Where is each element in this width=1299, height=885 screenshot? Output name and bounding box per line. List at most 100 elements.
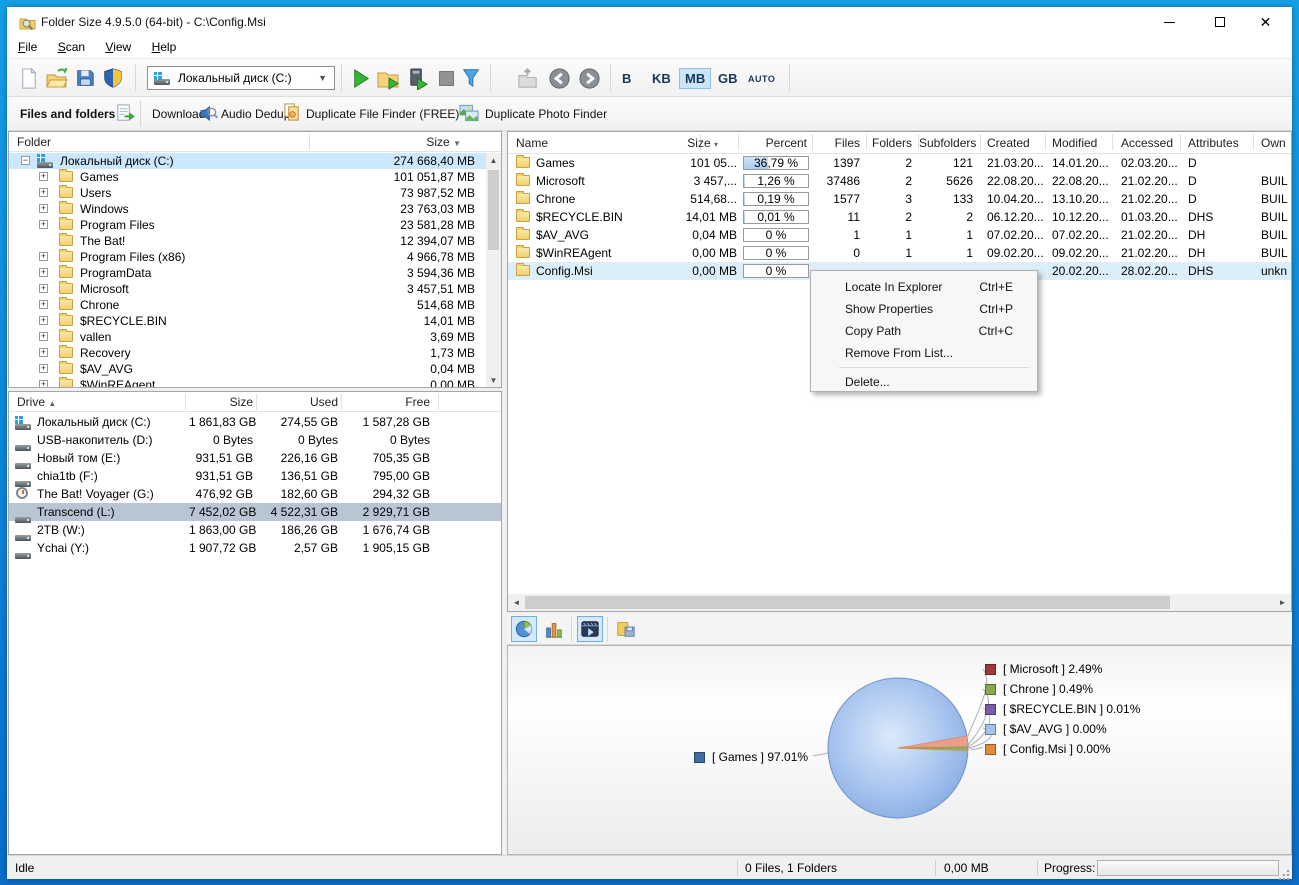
horizontal-scrollbar[interactable]: ◄ ► <box>508 594 1291 611</box>
tree-row[interactable]: + vallen 3,69 MB <box>9 329 501 345</box>
minimize-button[interactable] <box>1147 7 1192 37</box>
tree-row[interactable]: + $RECYCLE.BIN 14,01 MB <box>9 313 501 329</box>
expand-toggle[interactable]: + <box>39 380 48 387</box>
column-separator[interactable] <box>1253 134 1254 150</box>
drive-row[interactable]: USB-накопитель (D:) 0 Bytes 0 Bytes 0 Bytes <box>9 431 501 451</box>
column-header-percent[interactable]: Percent <box>743 136 807 150</box>
column-separator[interactable] <box>309 134 310 150</box>
filter-button[interactable] <box>459 66 483 90</box>
expand-toggle[interactable]: + <box>39 332 48 341</box>
drive-row[interactable]: Ychai (Y:) 1 907,72 GB 2,57 GB 1 905,15 GB <box>9 539 501 559</box>
expand-toggle[interactable]: + <box>39 188 48 197</box>
report-icon[interactable] <box>115 103 136 127</box>
column-separator[interactable] <box>866 134 867 150</box>
expand-toggle[interactable]: + <box>39 220 48 229</box>
drive-row[interactable]: chia1tb (F:) 931,51 GB 136,51 GB 795,00 GB <box>9 467 501 487</box>
expand-toggle[interactable]: + <box>39 268 48 277</box>
unit-b-button[interactable]: B <box>617 68 636 89</box>
maximize-button[interactable] <box>1197 7 1242 37</box>
scan-mode-dropdown[interactable]: Files and folders ▼ <box>20 107 127 121</box>
drive-row[interactable]: Transcend (L:) 7 452,02 GB 4 522,31 GB 2 92… <box>9 503 501 523</box>
column-separator[interactable] <box>185 394 186 410</box>
media-view-button[interactable] <box>577 616 603 642</box>
stop-scan-button[interactable] <box>434 66 458 90</box>
new-scan-button[interactable] <box>16 66 40 90</box>
scrollbar-thumb[interactable] <box>525 596 1170 609</box>
file-row[interactable]: Games 101 05... 36,79 % 1397 2 121 21.03… <box>508 154 1291 172</box>
column-separator[interactable] <box>256 394 257 410</box>
save-button[interactable] <box>73 66 97 90</box>
resize-grip[interactable] <box>1287 870 1289 872</box>
column-header-size[interactable]: Size ▾ <box>658 136 718 150</box>
column-header-size[interactable]: Size ▼ <box>426 135 461 149</box>
unit-kb-button[interactable]: KB <box>647 68 676 89</box>
tree-row[interactable]: + Games 101 051,87 MB <box>9 169 501 185</box>
column-header-size[interactable]: Size <box>189 395 253 409</box>
column-header-owner[interactable]: Own <box>1261 136 1286 150</box>
column-header-drive[interactable]: Drive ▲ <box>17 395 56 409</box>
scan-folder-button[interactable] <box>376 66 400 90</box>
tree-row[interactable]: + Users 73 987,52 MB <box>9 185 501 201</box>
expand-toggle[interactable]: + <box>39 252 48 261</box>
column-header-subfolders[interactable]: Subfolders <box>919 136 976 150</box>
expand-toggle[interactable]: + <box>39 316 48 325</box>
open-button[interactable] <box>45 66 69 90</box>
tree-row[interactable]: + Program Files (x86) 4 966,78 MB <box>9 249 501 265</box>
file-row[interactable]: $WinREAgent 0,00 MB 0 % 0 1 1 09.02.20..… <box>508 244 1291 262</box>
drive-row[interactable]: Локальный диск (C:) 1 861,83 GB 274,55 GB 1… <box>9 413 501 431</box>
scroll-right-button[interactable]: ► <box>1274 594 1291 611</box>
tree-row[interactable]: + ProgramData 3 594,36 MB <box>9 265 501 281</box>
tree-row[interactable]: + $WinREAgent 0,00 MB <box>9 377 501 387</box>
duplicate-file-finder-icon[interactable] <box>283 103 302 125</box>
file-row[interactable]: $RECYCLE.BIN 14,01 MB 0,01 % 11 2 2 06.1… <box>508 208 1291 226</box>
tree-row[interactable]: + Recovery 1,73 MB <box>9 345 501 361</box>
menu-help[interactable]: Help <box>152 37 183 54</box>
column-header-free[interactable]: Free <box>345 395 430 409</box>
scrollbar-thumb[interactable] <box>488 170 499 250</box>
drive-row[interactable]: Новый том (E:) 931,51 GB 226,16 GB 705,35 G… <box>9 449 501 469</box>
column-header-folders[interactable]: Folders <box>868 136 912 150</box>
forward-button[interactable] <box>577 66 601 90</box>
unit-gb-button[interactable]: GB <box>713 68 743 89</box>
expand-toggle[interactable]: + <box>39 348 48 357</box>
column-separator[interactable] <box>341 394 342 410</box>
menu-view[interactable]: View <box>105 37 137 54</box>
file-row[interactable]: $AV_AVG 0,04 MB 0 % 1 1 1 07.02.20... 07… <box>508 226 1291 244</box>
tree-row[interactable]: − Локальный диск (C:) 274 668,40 MB <box>9 153 501 169</box>
scroll-up-button[interactable]: ▲ <box>486 153 501 168</box>
column-header-accessed[interactable]: Accessed <box>1121 136 1173 150</box>
export-view-button[interactable] <box>613 616 639 642</box>
tree-row[interactable]: + Windows 23 763,03 MB <box>9 201 501 217</box>
drive-selector[interactable]: Локальный диск (C:) ▼ <box>147 66 335 90</box>
tree-row[interactable]: The Bat! 12 394,07 MB <box>9 233 501 249</box>
duplicate-file-finder-link[interactable]: Duplicate File Finder (FREE) <box>306 107 459 121</box>
column-separator[interactable] <box>1112 134 1113 150</box>
column-header-folder[interactable]: Folder <box>17 135 51 149</box>
column-header-modified[interactable]: Modified <box>1052 136 1097 150</box>
expand-toggle[interactable]: + <box>39 300 48 309</box>
unit-auto-button[interactable]: AUTO <box>743 68 780 89</box>
pie-chart-view-button[interactable] <box>511 616 537 642</box>
column-separator[interactable] <box>980 134 981 150</box>
back-button[interactable] <box>547 66 571 90</box>
column-header-attributes[interactable]: Attributes <box>1188 136 1239 150</box>
context-menu-item-delete[interactable]: Delete... <box>811 371 1037 393</box>
expand-toggle[interactable]: + <box>39 204 48 213</box>
tree-row[interactable]: + Microsoft 3 457,51 MB <box>9 281 501 297</box>
scroll-down-button[interactable]: ▼ <box>486 373 501 387</box>
context-menu-item-remove[interactable]: Remove From List... <box>811 342 1037 364</box>
expand-toggle[interactable]: + <box>39 364 48 373</box>
duplicate-photo-finder-link[interactable]: Duplicate Photo Finder <box>485 107 607 121</box>
close-button[interactable]: ✕ <box>1243 7 1288 37</box>
scroll-left-button[interactable]: ◄ <box>508 594 525 611</box>
expand-toggle[interactable]: + <box>39 284 48 293</box>
column-separator[interactable] <box>1180 134 1181 150</box>
context-menu-item-locate[interactable]: Locate In Explorer Ctrl+E <box>811 276 1037 298</box>
bar-chart-view-button[interactable] <box>541 616 567 642</box>
vertical-scrollbar[interactable]: ▲ ▼ <box>486 153 501 387</box>
tree-row[interactable]: + $AV_AVG 0,04 MB <box>9 361 501 377</box>
audio-dedupe-icon[interactable] <box>199 104 219 126</box>
admin-shield-button[interactable] <box>101 66 125 90</box>
start-scan-button[interactable] <box>348 66 372 90</box>
drive-row[interactable]: 2TB (W:) 1 863,00 GB 186,26 GB 1 676,74 GB <box>9 521 501 541</box>
